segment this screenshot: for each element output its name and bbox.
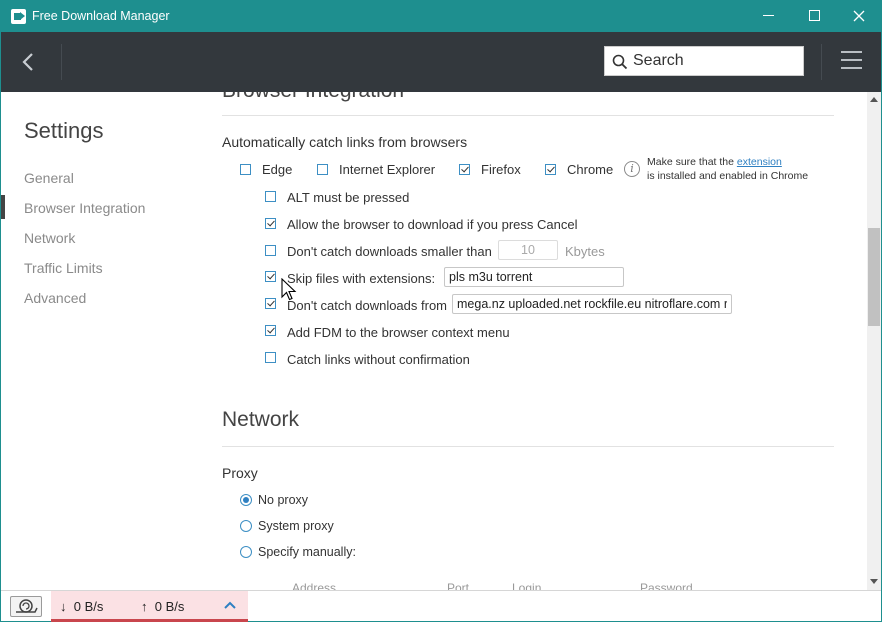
chrome-label[interactable]: Chrome <box>567 162 613 177</box>
extension-note: Make sure that the extension is installe… <box>647 155 808 183</box>
upload-speed: ↑ 0 B/s <box>141 599 184 614</box>
active-item-marker <box>1 195 5 219</box>
skip-extensions-checkbox[interactable] <box>265 271 276 282</box>
note-prefix: Make sure that the <box>647 156 734 168</box>
alt-pressed-checkbox[interactable] <box>265 191 276 202</box>
search-input[interactable] <box>633 50 798 72</box>
skip-sites-checkbox[interactable] <box>265 298 276 309</box>
maximize-button[interactable] <box>791 1 837 32</box>
context-menu-checkbox[interactable] <box>265 325 276 336</box>
chrome-checkbox[interactable] <box>545 164 556 175</box>
back-button[interactable] <box>1 32 61 92</box>
main-menu-button[interactable] <box>841 51 863 71</box>
network-heading: Network <box>222 408 300 431</box>
allow-cancel-label[interactable]: Allow the browser to download if you pre… <box>287 217 577 232</box>
ie-checkbox[interactable] <box>317 164 328 175</box>
download-arrow-icon: ↓ <box>60 599 67 614</box>
upload-arrow-icon: ↑ <box>141 599 148 614</box>
skip-extensions-input[interactable] <box>444 267 624 287</box>
min-size-input[interactable] <box>498 240 558 260</box>
system-proxy-label[interactable]: System proxy <box>258 519 334 533</box>
snail-icon <box>16 599 38 613</box>
search-box[interactable] <box>604 46 804 76</box>
fdm-logo-icon <box>11 9 26 24</box>
address-column-header: Address <box>292 581 337 590</box>
sidebar-item-advanced[interactable]: Advanced <box>24 290 86 306</box>
min-size-label[interactable]: Don't catch downloads smaller than <box>287 244 492 259</box>
close-icon <box>853 10 865 22</box>
sidebar-item-browser-integration[interactable]: Browser Integration <box>24 200 145 216</box>
manual-proxy-label[interactable]: Specify manually: <box>258 545 356 559</box>
no-proxy-radio[interactable] <box>240 494 252 506</box>
skip-extensions-label[interactable]: Skip files with extensions: <box>287 271 435 286</box>
close-button[interactable] <box>836 1 882 32</box>
manual-proxy-radio[interactable] <box>240 546 252 558</box>
edge-label[interactable]: Edge <box>262 162 292 177</box>
search-icon <box>612 54 628 70</box>
edge-checkbox[interactable] <box>240 164 251 175</box>
no-confirm-checkbox[interactable] <box>265 352 276 363</box>
app-window: Free Download Manager Search Settings Ge… <box>0 0 882 622</box>
upload-speed-value: 0 B/s <box>154 599 185 614</box>
sidebar-item-general[interactable]: General <box>24 170 74 186</box>
settings-title: Settings <box>24 118 104 143</box>
scroll-down-arrow-icon[interactable] <box>870 579 878 584</box>
speed-panel[interactable]: ↓ 0 B/s ↑ 0 B/s <box>51 591 248 622</box>
firefox-checkbox[interactable] <box>459 164 470 175</box>
browser-integration-heading: Browser Integration <box>222 92 404 103</box>
skip-sites-label[interactable]: Don't catch downloads from <box>287 298 447 313</box>
min-size-unit: Kbytes <box>565 244 605 259</box>
chevron-up-icon[interactable] <box>223 600 237 610</box>
status-bar: ↓ 0 B/s ↑ 0 B/s <box>1 590 881 622</box>
maximize-icon <box>808 10 820 22</box>
min-size-checkbox[interactable] <box>265 245 276 256</box>
back-arrow-icon <box>22 53 33 71</box>
snail-mode-button[interactable] <box>10 596 42 617</box>
vertical-scrollbar[interactable] <box>867 92 881 590</box>
settings-sidebar: Settings General Browser Integration Net… <box>1 92 201 590</box>
scroll-up-arrow-icon[interactable] <box>870 97 878 102</box>
ie-label[interactable]: Internet Explorer <box>339 162 435 177</box>
section-divider <box>222 115 834 116</box>
title-bar: Free Download Manager <box>1 1 881 32</box>
allow-cancel-checkbox[interactable] <box>265 218 276 229</box>
section-divider <box>222 446 834 447</box>
minimize-icon <box>762 15 774 17</box>
settings-content: Browser Integration Automatically catch … <box>201 92 867 590</box>
no-confirm-label[interactable]: Catch links without confirmation <box>287 352 470 367</box>
catch-links-label: Automatically catch links from browsers <box>222 134 468 150</box>
no-proxy-label[interactable]: No proxy <box>258 493 308 507</box>
download-speed-value: 0 B/s <box>73 599 104 614</box>
note-suffix: is installed and enabled in Chrome <box>647 170 809 182</box>
alt-pressed-label[interactable]: ALT must be pressed <box>287 190 409 205</box>
context-menu-label[interactable]: Add FDM to the browser context menu <box>287 325 510 340</box>
scroll-thumb[interactable] <box>868 228 880 326</box>
mouse-cursor-icon <box>281 278 297 301</box>
port-column-header: Port <box>447 581 470 590</box>
firefox-label[interactable]: Firefox <box>481 162 521 177</box>
sidebar-item-traffic-limits[interactable]: Traffic Limits <box>24 260 103 276</box>
download-speed: ↓ 0 B/s <box>60 599 103 614</box>
info-icon: i <box>624 161 640 177</box>
system-proxy-radio[interactable] <box>240 520 252 532</box>
proxy-label: Proxy <box>222 465 258 481</box>
hamburger-icon <box>841 51 862 53</box>
skip-sites-input[interactable] <box>452 294 732 314</box>
password-column-header: Password <box>640 581 693 590</box>
login-column-header: Login <box>512 581 542 590</box>
sidebar-item-network[interactable]: Network <box>24 230 75 246</box>
toolbar-divider <box>821 44 822 80</box>
window-title: Free Download Manager <box>32 9 170 23</box>
minimize-button[interactable] <box>745 1 791 32</box>
toolbar-divider <box>61 44 62 80</box>
extension-link[interactable]: extension <box>737 156 782 168</box>
toolbar <box>1 32 881 92</box>
